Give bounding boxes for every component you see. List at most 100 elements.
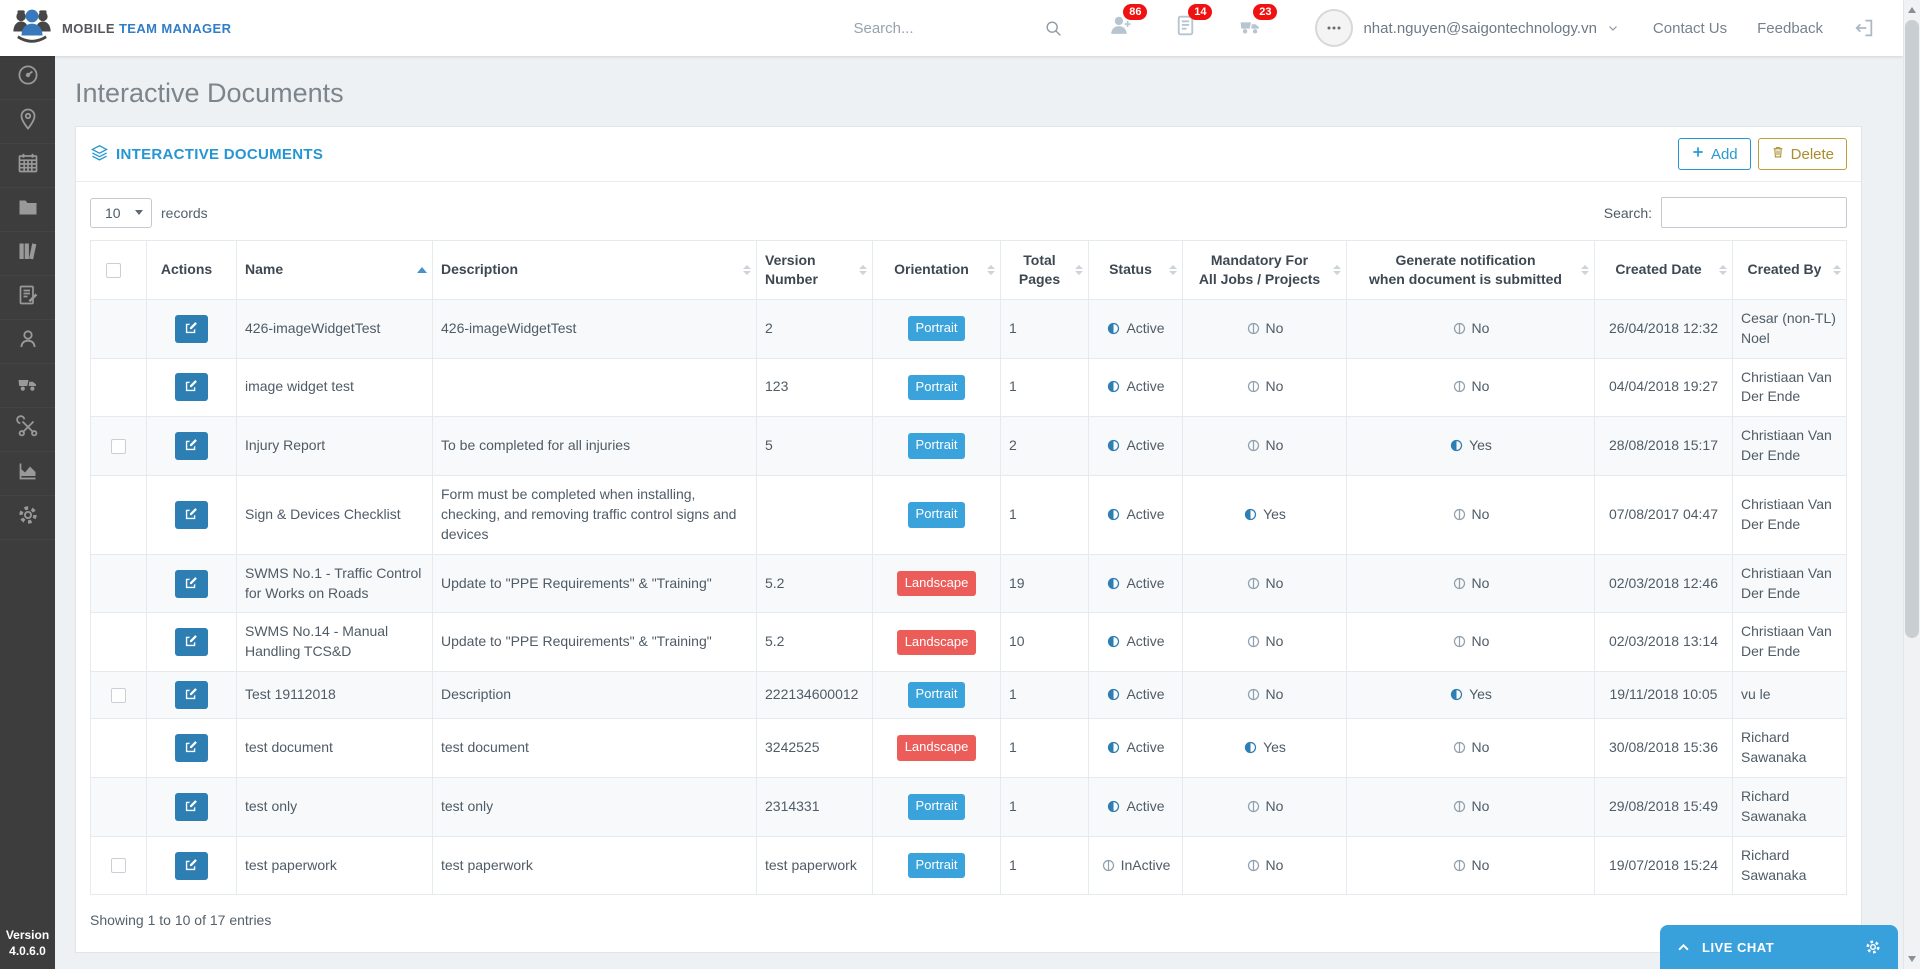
row-checkbox[interactable]: [111, 858, 126, 873]
gear-icon: [16, 503, 40, 532]
notification-forms[interactable]: 14: [1173, 13, 1198, 43]
version-cell: 2314331: [757, 777, 873, 836]
version-cell: 222134600012: [757, 672, 873, 719]
orientation-cell: Portrait: [873, 417, 1001, 476]
toggle-off-icon: [1246, 799, 1261, 814]
sidebar-item-locations[interactable]: [0, 100, 55, 144]
toggle-on-icon: [1106, 576, 1121, 591]
add-button[interactable]: Add: [1678, 138, 1751, 170]
column-header-pages[interactable]: Total Pages: [1001, 241, 1089, 300]
sidebar-item-reports[interactable]: [0, 452, 55, 496]
sidebar-item-tools[interactable]: [0, 408, 55, 452]
sidebar-item-settings[interactable]: [0, 496, 55, 540]
user-menu[interactable]: nhat.nguyen@saigontechnology.vn: [1315, 9, 1618, 47]
select-all-checkbox[interactable]: [106, 263, 121, 278]
edit-button[interactable]: [175, 793, 208, 821]
app-logo[interactable]: MOBILE TEAM MANAGER: [10, 6, 260, 51]
toggle-on-icon: [1106, 740, 1121, 755]
column-header-mandatory[interactable]: Mandatory For All Jobs / Projects: [1183, 241, 1347, 300]
actions-cell: [147, 672, 237, 719]
sidebar-item-scheduler[interactable]: [0, 144, 55, 188]
edit-button[interactable]: [175, 432, 208, 460]
edit-button[interactable]: [175, 501, 208, 529]
created-date-cell: 19/07/2018 15:24: [1595, 836, 1733, 895]
select-cell: [91, 554, 147, 613]
table-search-input[interactable]: [1661, 197, 1847, 228]
sidebar-item-library[interactable]: [0, 232, 55, 276]
actions-cell: [147, 417, 237, 476]
logout-icon[interactable]: [1853, 17, 1875, 39]
column-label: Actions: [161, 261, 212, 277]
global-search-input[interactable]: [853, 20, 1003, 37]
toggle-off-icon: [1452, 740, 1467, 755]
notification-plant[interactable]: 23: [1238, 13, 1263, 43]
toggle-on-icon: [1106, 438, 1121, 453]
column-header-notification[interactable]: Generate notification when document is s…: [1347, 241, 1595, 300]
pages-cell: 19: [1001, 554, 1089, 613]
created-by-cell: Christiaan Van Der Ende: [1733, 476, 1847, 555]
column-label: Created By: [1748, 261, 1822, 277]
version-cell: 5.2: [757, 554, 873, 613]
name-cell: test paperwork: [237, 836, 433, 895]
edit-button[interactable]: [175, 852, 208, 880]
live-chat-bar[interactable]: LIVE CHAT: [1660, 925, 1898, 969]
toggle-cell: No: [1347, 777, 1595, 836]
version-cell: 3242525: [757, 719, 873, 778]
created-by-cell: Richard Sawanaka: [1733, 719, 1847, 778]
created-by-cell: Christiaan Van Der Ende: [1733, 613, 1847, 672]
edit-button[interactable]: [175, 628, 208, 656]
toggle-cell: Active: [1089, 554, 1183, 613]
column-header-created_date[interactable]: Created Date: [1595, 241, 1733, 300]
sort-icon: [1833, 265, 1841, 275]
column-header-created_by[interactable]: Created By: [1733, 241, 1847, 300]
row-checkbox[interactable]: [111, 439, 126, 454]
created-date-cell: 28/08/2018 15:17: [1595, 417, 1733, 476]
orientation-cell: Portrait: [873, 299, 1001, 358]
page-scrollbar[interactable]: [1903, 0, 1920, 969]
sidebar-item-documents[interactable]: [0, 188, 55, 232]
records-per-page-select[interactable]: 10: [90, 198, 152, 228]
panel-title: INTERACTIVE DOCUMENTS: [90, 143, 323, 166]
toggle-label: No: [1266, 378, 1284, 394]
orientation-cell: Portrait: [873, 476, 1001, 555]
edit-button[interactable]: [175, 570, 208, 598]
toggle-on-icon: [1106, 379, 1121, 394]
toggle-label: Active: [1126, 320, 1164, 336]
version-cell: [757, 476, 873, 555]
toggle-cell: Active: [1089, 613, 1183, 672]
sidebar-item-interactive-documents[interactable]: [0, 276, 55, 320]
gear-icon[interactable]: [1864, 938, 1882, 956]
edit-icon: [184, 378, 199, 396]
column-header-status[interactable]: Status: [1089, 241, 1183, 300]
row-checkbox[interactable]: [111, 688, 126, 703]
edit-button[interactable]: [175, 681, 208, 709]
column-header-description[interactable]: Description: [433, 241, 757, 300]
contact-us-link[interactable]: Contact Us: [1653, 20, 1727, 37]
version-cell: test paperwork: [757, 836, 873, 895]
column-header-version[interactable]: Version Number: [757, 241, 873, 300]
select-cell: [91, 613, 147, 672]
select-cell: [91, 299, 147, 358]
delete-button[interactable]: Delete: [1758, 138, 1847, 170]
created-date-cell: 26/04/2018 12:32: [1595, 299, 1733, 358]
toggle-label: No: [1472, 378, 1490, 394]
column-label: Total Pages: [1019, 252, 1060, 287]
chevron-down-icon: [1607, 22, 1619, 34]
edit-button[interactable]: [175, 734, 208, 762]
edit-button[interactable]: [175, 373, 208, 401]
sidebar-item-plant-equipment[interactable]: [0, 364, 55, 408]
scroll-up-arrow[interactable]: [1908, 7, 1916, 13]
sidebar-item-dashboard[interactable]: [0, 56, 55, 100]
column-header-orientation[interactable]: Orientation: [873, 241, 1001, 300]
sidebar-item-users[interactable]: [0, 320, 55, 364]
select-cell: [91, 417, 147, 476]
toggle-label: No: [1472, 633, 1490, 649]
scrollbar-thumb[interactable]: [1905, 20, 1919, 638]
notification-staff[interactable]: 86: [1108, 13, 1133, 43]
scroll-down-arrow[interactable]: [1908, 956, 1916, 962]
edit-button[interactable]: [175, 315, 208, 343]
column-header-name[interactable]: Name: [237, 241, 433, 300]
feedback-link[interactable]: Feedback: [1757, 20, 1823, 37]
column-header-select[interactable]: [91, 241, 147, 300]
search-icon[interactable]: [1043, 18, 1064, 39]
